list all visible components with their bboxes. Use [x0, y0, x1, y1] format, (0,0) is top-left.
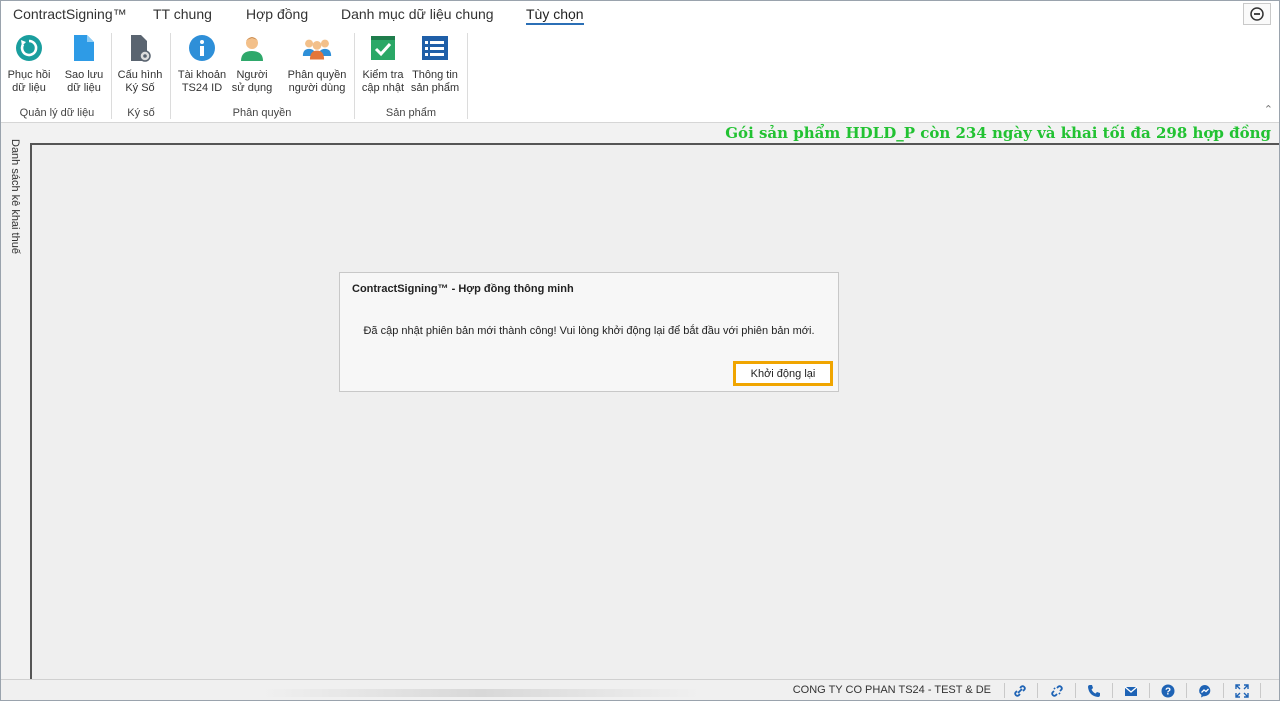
link-icon[interactable]	[1012, 683, 1028, 699]
group-label-data: Quản lý dữ liệu	[19, 107, 95, 119]
button-label-line1: Người	[236, 69, 268, 81]
check-update-button[interactable]: Kiểm tra cập nhật	[359, 33, 407, 95]
users-button[interactable]: Người sử dụng	[230, 33, 274, 95]
tab-hop-dong[interactable]: Hợp đồng	[246, 6, 308, 22]
user-group-icon	[302, 33, 332, 63]
main-workspace	[30, 143, 1279, 679]
info-icon	[187, 33, 217, 63]
button-label-line2: TS24 ID	[181, 82, 223, 94]
status-separator	[1260, 683, 1261, 698]
svg-text:?: ?	[1165, 687, 1171, 698]
backup-file-icon	[69, 33, 99, 63]
phone-icon[interactable]	[1086, 683, 1102, 699]
status-separator	[1037, 683, 1038, 698]
button-label-line1: Sao lưu	[64, 69, 104, 81]
status-separator	[1186, 683, 1187, 698]
button-label-line1: Phân quyền	[287, 69, 347, 81]
status-separator	[1004, 683, 1005, 698]
status-separator	[1223, 683, 1224, 698]
tab-tt-chung[interactable]: TT chung	[153, 6, 212, 22]
sign-config-icon	[125, 33, 155, 63]
minus-circle-icon	[1250, 7, 1264, 21]
dialog-message: Đã cập nhật phiên bản mới thành công! Vu…	[363, 325, 815, 337]
button-label-line2: cập nhật	[361, 82, 405, 94]
minimize-ribbon-button[interactable]	[1243, 3, 1271, 25]
button-label-line2: sử dụng	[231, 82, 273, 94]
app-window: ContractSigning™ TT chung Hợp đồng Danh …	[0, 0, 1280, 701]
button-label-line2: dữ liệu	[12, 82, 46, 94]
unlink-icon[interactable]	[1049, 683, 1065, 699]
collapse-ribbon-icon[interactable]: ⌃	[1264, 103, 1273, 116]
button-label-line1: Thông tin	[412, 69, 458, 81]
company-name: CONG TY CO PHAN TS24 - TEST & DE	[792, 684, 991, 696]
tab-contractsigning[interactable]: ContractSigning™	[13, 6, 127, 22]
ribbon-separator	[170, 33, 171, 119]
restore-data-button[interactable]: Phục hồi dữ liệu	[5, 33, 53, 95]
ribbon-separator	[467, 33, 468, 119]
tab-danh-muc[interactable]: Danh mục dữ liệu chung	[341, 6, 494, 22]
button-label-line2: người dùng	[288, 82, 346, 94]
button-label-line2: Ký Số	[125, 82, 155, 94]
sign-config-button[interactable]: Cấu hình Ký Số	[115, 33, 165, 95]
help-icon[interactable]: ?	[1160, 683, 1176, 699]
tab-tuy-chon[interactable]: Tùy chọn	[526, 6, 584, 25]
button-label-line1: Cấu hình	[117, 69, 163, 81]
status-separator	[1112, 683, 1113, 698]
button-label-line2: dữ liệu	[67, 82, 101, 94]
ribbon-panel: Phục hồi dữ liệu Sao lưu dữ liệu Quản lý…	[1, 29, 1279, 123]
product-info-button[interactable]: Thông tin sản phẩm	[409, 33, 461, 95]
group-label-sign: Ký số	[127, 107, 155, 119]
button-label-line1: Phục hồi	[7, 69, 51, 81]
user-permission-button[interactable]: Phân quyền người dùng	[285, 33, 349, 95]
check-update-icon	[368, 33, 398, 63]
group-label-permission: Phân quyền	[232, 107, 292, 119]
ribbon-tab-bar: ContractSigning™ TT chung Hợp đồng Danh …	[1, 1, 1279, 29]
ribbon-separator	[111, 33, 112, 119]
fullscreen-icon[interactable]	[1234, 683, 1250, 699]
update-success-dialog: ContractSigning™ - Hợp đồng thông minh Đ…	[339, 272, 839, 392]
button-label-line1: Tài khoản	[177, 69, 227, 81]
restore-icon	[14, 33, 44, 63]
shadow-decoration	[261, 689, 701, 697]
side-panel-collapsed[interactable]: Danh sách kê khai thuế	[1, 129, 30, 679]
button-label-line2: sản phẩm	[410, 82, 460, 94]
dialog-title: ContractSigning™ - Hợp đồng thông minh	[352, 283, 574, 295]
product-status-banner: Gói sản phẩm HDLD_P còn 234 ngày và khai…	[725, 124, 1271, 142]
mail-icon[interactable]	[1123, 683, 1139, 699]
side-panel-label[interactable]: Danh sách kê khai thuế	[9, 139, 21, 254]
ts24-account-button[interactable]: Tài khoản TS24 ID	[175, 33, 229, 95]
ribbon-separator	[354, 33, 355, 119]
product-info-icon	[420, 33, 450, 63]
messenger-icon[interactable]	[1197, 683, 1213, 699]
backup-data-button[interactable]: Sao lưu dữ liệu	[61, 33, 107, 95]
user-icon	[237, 33, 267, 63]
status-separator	[1149, 683, 1150, 698]
group-label-product: Sản phẩm	[385, 107, 437, 119]
restart-button[interactable]: Khởi động lại	[733, 361, 833, 386]
status-separator	[1075, 683, 1076, 698]
button-label-line1: Kiểm tra	[362, 69, 404, 81]
